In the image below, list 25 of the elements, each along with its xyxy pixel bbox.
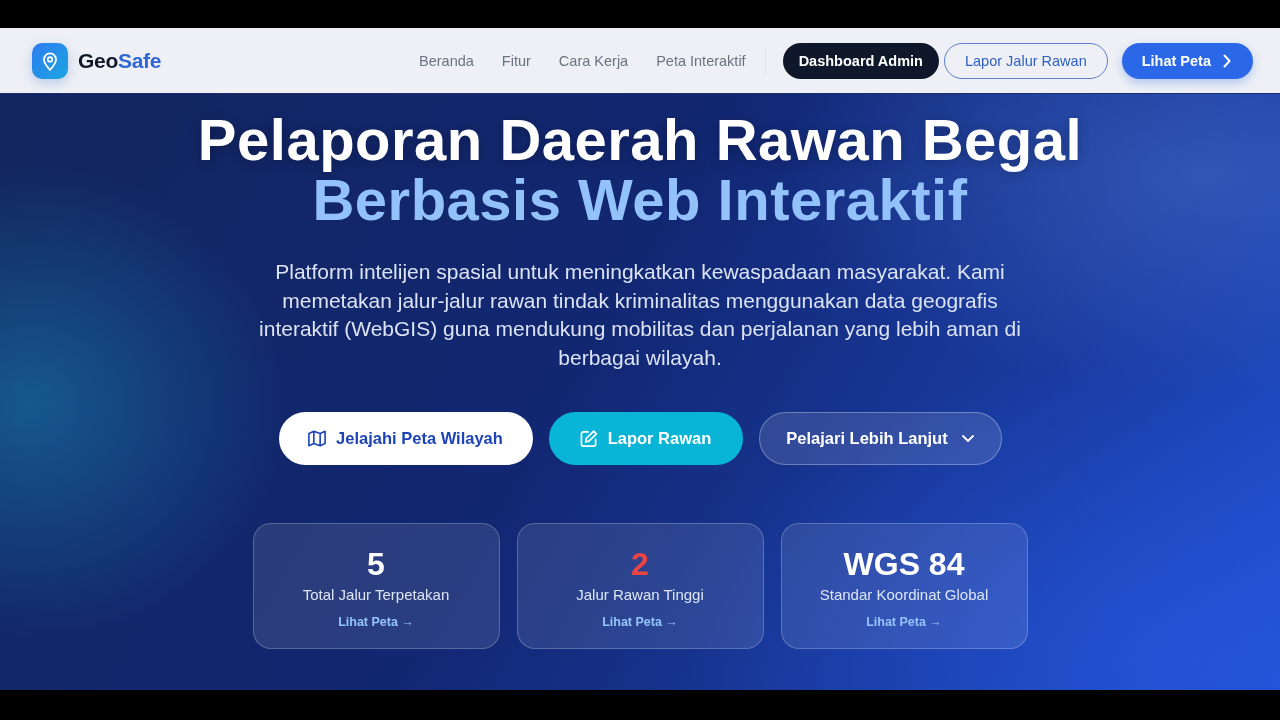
view-map-link[interactable]: Lihat Peta → xyxy=(602,614,678,630)
stat-label: Standar Koordinat Global xyxy=(819,585,989,605)
nav-link[interactable]: Cara Kerja xyxy=(558,52,629,69)
map-icon xyxy=(308,430,327,447)
stat-value: 2 xyxy=(631,546,649,582)
stat-value: 5 xyxy=(367,546,385,582)
view-map-link[interactable]: Lihat Peta → xyxy=(338,614,414,630)
brand-name[interactable]: GeoSafe xyxy=(78,48,162,73)
nav-link[interactable]: Fitur xyxy=(501,52,531,69)
edit-icon xyxy=(579,430,598,447)
chevron-right-icon xyxy=(1223,53,1231,68)
learn-more-button[interactable]: Pelajari Lebih Lanjut xyxy=(758,412,1002,465)
hero-description: Platform intelijen spasial untuk meningkatkan kewaspadaan masyarakat. Kami memetakan jalur-jalur rawan tindak kriminalitas menggunakan data geografis interaktif (WebGIS) guna mendukung mobilitas dan perjalanan yang lebih aman di berbagai wilayah. xyxy=(258,259,1022,371)
headline: Pelaporan Daerah Rawan Begal xyxy=(197,110,1083,170)
dashboard-button[interactable]: Dashboard Admin xyxy=(782,42,939,79)
stat-label: Total Jalur Terpetakan xyxy=(302,585,450,605)
explore-map-button[interactable]: Jelajahi Peta Wilayah xyxy=(278,412,533,465)
view-map-button[interactable]: Lihat Peta xyxy=(1121,42,1253,79)
nav-link[interactable]: Peta Interaktif xyxy=(656,52,746,69)
nav-link[interactable]: Beranda xyxy=(419,52,474,69)
chevron-down-icon xyxy=(961,435,974,442)
map-pin-logo-icon xyxy=(32,42,68,79)
view-map-link[interactable]: Lihat Peta → xyxy=(866,614,942,630)
stat-value: WGS 84 xyxy=(843,546,965,582)
stat-label: Jalur Rawan Tinggi xyxy=(576,585,704,605)
